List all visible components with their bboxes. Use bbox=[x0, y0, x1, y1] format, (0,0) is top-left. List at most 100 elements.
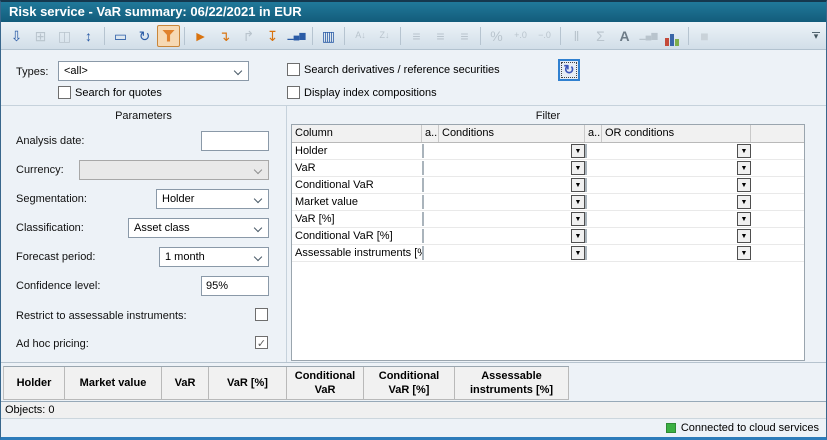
conditions-cell[interactable]: ▼ bbox=[439, 194, 585, 210]
and-checkbox[interactable] bbox=[422, 229, 424, 243]
percent-format-icon: % bbox=[485, 25, 508, 47]
types-select[interactable]: <all> bbox=[58, 61, 249, 81]
properties-icon: ‖ bbox=[565, 25, 588, 47]
forecast-period-select[interactable]: 1 month bbox=[159, 247, 269, 267]
results-column-holder[interactable]: Holder bbox=[4, 367, 65, 399]
and-checkbox[interactable] bbox=[422, 178, 424, 192]
or-checkbox[interactable] bbox=[585, 246, 587, 260]
results-column-assessable[interactable]: Assessable instruments [%] bbox=[455, 367, 569, 399]
and-checkbox[interactable] bbox=[422, 144, 424, 158]
filter-header-column[interactable]: Column bbox=[292, 125, 422, 142]
chart-adjust-icon[interactable]: ▁▄▆ bbox=[285, 25, 308, 47]
conditions-dropdown-button[interactable]: ▼ bbox=[571, 144, 585, 158]
or-conditions-cell[interactable]: ▼ bbox=[602, 160, 751, 176]
splitter[interactable] bbox=[1, 362, 826, 363]
filter-row-label[interactable]: Conditional VaR bbox=[292, 179, 422, 191]
conditions-cell[interactable]: ▼ bbox=[439, 228, 585, 244]
aggregate-icon[interactable]: ↧ bbox=[261, 25, 284, 47]
conditions-dropdown-button[interactable]: ▼ bbox=[571, 229, 585, 243]
and-checkbox[interactable] bbox=[422, 161, 424, 175]
font-icon[interactable]: A bbox=[613, 25, 636, 47]
or-checkbox[interactable] bbox=[585, 178, 587, 192]
toolbar-overflow-button[interactable]: ▾ bbox=[809, 27, 823, 45]
search-derivatives-checkbox-row[interactable]: Search derivatives / reference securitie… bbox=[287, 63, 500, 76]
conditions-cell[interactable]: ▼ bbox=[439, 143, 585, 159]
conditions-cell[interactable]: ▼ bbox=[439, 211, 585, 227]
section-divider bbox=[1, 105, 826, 106]
search-quotes-checkbox[interactable] bbox=[58, 86, 71, 99]
confidence-level-input[interactable]: 95% bbox=[201, 276, 269, 296]
analysis-date-input[interactable] bbox=[201, 131, 269, 151]
or-checkbox[interactable] bbox=[585, 212, 587, 226]
classification-select[interactable]: Asset class bbox=[128, 218, 269, 238]
results-column-var-pct[interactable]: VaR [%] bbox=[209, 367, 287, 399]
results-column-conditional-var-pct[interactable]: Conditional VaR [%] bbox=[364, 367, 455, 399]
filter-header-conditions[interactable]: Conditions bbox=[439, 125, 585, 142]
filter-row-label[interactable]: Holder bbox=[292, 145, 422, 157]
filter-row-label[interactable]: VaR [%] bbox=[292, 213, 422, 225]
conditions-dropdown-button[interactable]: ▼ bbox=[571, 246, 585, 260]
or-conditions-dropdown-button[interactable]: ▼ bbox=[737, 212, 751, 226]
conditions-dropdown-button[interactable]: ▼ bbox=[571, 178, 585, 192]
conditions-dropdown-button[interactable]: ▼ bbox=[571, 161, 585, 175]
display-index-checkbox-row[interactable]: Display index compositions bbox=[287, 86, 437, 99]
filter-header-and[interactable]: a.. bbox=[422, 125, 439, 142]
or-conditions-cell[interactable]: ▼ bbox=[602, 245, 751, 261]
search-quotes-checkbox-row[interactable]: Search for quotes bbox=[58, 86, 162, 99]
or-conditions-cell[interactable]: ▼ bbox=[602, 143, 751, 159]
sort-descending-icon: Z↓ bbox=[373, 25, 396, 47]
filter-row-label[interactable]: Conditional VaR [%] bbox=[292, 230, 422, 242]
refresh-icon[interactable]: ↻ bbox=[133, 25, 156, 47]
conditions-cell[interactable]: ▼ bbox=[439, 160, 585, 176]
filter-header-spacer bbox=[751, 125, 804, 142]
step-into-icon[interactable]: ► bbox=[189, 25, 212, 47]
filter-row-label[interactable]: Assessable instruments [%] bbox=[292, 247, 422, 259]
segmentation-select[interactable]: Holder bbox=[156, 189, 269, 209]
window-title: Risk service - VaR summary: 06/22/2021 i… bbox=[1, 2, 826, 22]
new-range-icon[interactable]: ▭ bbox=[109, 25, 132, 47]
insert-columns-icon[interactable]: ▥ bbox=[317, 25, 340, 47]
or-conditions-dropdown-button[interactable]: ▼ bbox=[737, 178, 751, 192]
conditions-dropdown-button[interactable]: ▼ bbox=[571, 195, 585, 209]
drill-down-icon[interactable]: ↴ bbox=[213, 25, 236, 47]
or-conditions-dropdown-button[interactable]: ▼ bbox=[737, 195, 751, 209]
or-conditions-cell[interactable]: ▼ bbox=[602, 211, 751, 227]
display-index-checkbox[interactable] bbox=[287, 86, 300, 99]
import-icon[interactable]: ⇩ bbox=[5, 25, 28, 47]
status-bar: Connected to cloud services bbox=[1, 419, 826, 437]
filter-row-label[interactable]: Market value bbox=[292, 196, 422, 208]
filter-row: Conditional VaR ▼ ▼ bbox=[292, 177, 804, 194]
adhoc-pricing-checkbox[interactable] bbox=[255, 336, 268, 349]
results-column-conditional-var[interactable]: Conditional VaR bbox=[287, 367, 364, 399]
conditions-cell[interactable]: ▼ bbox=[439, 245, 585, 261]
conditions-cell[interactable]: ▼ bbox=[439, 177, 585, 193]
restrict-checkbox[interactable] bbox=[255, 308, 268, 321]
filter-icon[interactable] bbox=[157, 25, 180, 47]
or-conditions-dropdown-button[interactable]: ▼ bbox=[737, 161, 751, 175]
and-checkbox[interactable] bbox=[422, 246, 424, 260]
or-conditions-dropdown-button[interactable]: ▼ bbox=[737, 229, 751, 243]
funnel-glyph bbox=[162, 30, 175, 42]
results-column-market-value[interactable]: Market value bbox=[65, 367, 162, 399]
filter-header-or-conditions[interactable]: OR conditions bbox=[602, 125, 751, 142]
or-conditions-dropdown-button[interactable]: ▼ bbox=[737, 246, 751, 260]
or-checkbox[interactable] bbox=[585, 144, 587, 158]
results-column-var[interactable]: VaR bbox=[162, 367, 209, 399]
and-checkbox[interactable] bbox=[422, 212, 424, 226]
or-conditions-cell[interactable]: ▼ bbox=[602, 177, 751, 193]
conditions-dropdown-button[interactable]: ▼ bbox=[571, 212, 585, 226]
or-conditions-dropdown-button[interactable]: ▼ bbox=[737, 144, 751, 158]
fit-height-icon[interactable]: ↕ bbox=[77, 25, 100, 47]
or-checkbox[interactable] bbox=[585, 195, 587, 209]
or-checkbox[interactable] bbox=[585, 229, 587, 243]
filter-row-label[interactable]: VaR bbox=[292, 162, 422, 174]
search-derivatives-checkbox[interactable] bbox=[287, 63, 300, 76]
or-checkbox[interactable] bbox=[585, 161, 587, 175]
types-value: <all> bbox=[64, 65, 88, 77]
refresh-button[interactable]: ↻ bbox=[558, 59, 580, 81]
chart-color-icon[interactable] bbox=[661, 25, 684, 47]
filter-header-and2[interactable]: a.. bbox=[585, 125, 602, 142]
or-conditions-cell[interactable]: ▼ bbox=[602, 228, 751, 244]
or-conditions-cell[interactable]: ▼ bbox=[602, 194, 751, 210]
and-checkbox[interactable] bbox=[422, 195, 424, 209]
